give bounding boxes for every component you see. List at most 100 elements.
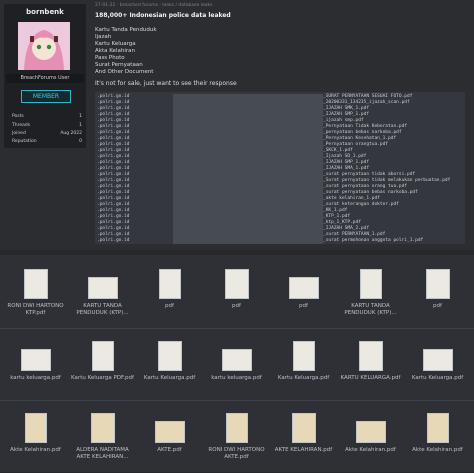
file-name: _IJAZAH SMP_1.pdf: [323, 112, 370, 117]
file-name-label: Kartu Keluarga.pdf: [143, 375, 196, 381]
domain-prefix: .polri.go.id: [97, 208, 130, 213]
pdf-thumbnail: [292, 341, 315, 371]
pdf-thumbnail: [291, 413, 316, 443]
post-title: 188,000+ Indonesian police data leaked: [95, 12, 231, 19]
file-name-label: RONI DWI HARTONO AKTE.pdf: [208, 447, 265, 460]
file-tile[interactable]: Akte Kelahiran.pdf: [404, 403, 471, 473]
file-name-label: pdf: [165, 303, 174, 309]
file-name: _SURAT PERNYATAAN SESUAI FOTO.pdf: [323, 94, 413, 99]
file-name: _Pernyataan Kesehatan_1.pdf: [323, 136, 397, 141]
stat-value: Aug 2022: [60, 131, 82, 136]
file-tile[interactable]: RONI DWI HARTONO AKTE.pdf: [203, 403, 270, 473]
domain-prefix: .polri.go.id: [97, 166, 130, 171]
item-line: Kartu Keluarga: [95, 41, 136, 47]
file-tile[interactable]: ALDERA NADITAMA AKTE KELAHIRAN...: [69, 403, 136, 473]
file-name-label: ALDERA NADITAMA AKTE KELAHIRAN...: [76, 447, 129, 460]
file-tile[interactable]: pdf: [136, 259, 203, 329]
domain-prefix: .polri.go.id: [97, 190, 130, 195]
file-tile[interactable]: KARTU TANDA PENDUDUK (KTP)...: [337, 259, 404, 329]
pdf-thumbnail: [426, 413, 449, 443]
file-name-label: Kartu Keluarga.pdf: [411, 375, 464, 381]
file-name: _pernyataan bebas narkoba.pdf: [323, 130, 402, 135]
file-name-label: Akte Kelahiran.pdf: [10, 447, 61, 453]
file-name-label: AKTE.pdf: [157, 447, 182, 453]
file-name-label: KARTU TANDA PENDUDUK (KTP)...: [76, 303, 129, 316]
file-name: _surat PERNYATAAN_1.pdf: [323, 232, 386, 237]
file-name-label: Kartu Keluarga PDF.pdf: [71, 375, 134, 381]
file-name-label: KARTU KELUARGA.pdf: [340, 375, 401, 381]
file-tile[interactable]: Kartu Keluarga.pdf: [136, 331, 203, 401]
file-name-label: pdf: [299, 303, 308, 309]
file-name-label: RONI DWI HARTONO KTP.pdf: [7, 303, 64, 316]
avatar[interactable]: [18, 22, 70, 70]
domain-prefix: .polri.go.id: [97, 214, 130, 219]
domain-prefix: .polri.go.id: [97, 178, 130, 183]
redacted-block: [173, 238, 323, 244]
pdf-thumbnail: [358, 341, 383, 371]
file-name: _Surat pernyataan tidak melakukan perbua…: [323, 178, 451, 183]
file-name: _20200331_134235_ijazah_scan.pdf: [323, 100, 410, 105]
file-tile[interactable]: AKTE.pdf: [136, 403, 203, 473]
domain-prefix: .polri.go.id: [97, 100, 130, 105]
file-name: _IJAZAH SMA_1.pdf: [323, 166, 370, 171]
stat-value: 1: [79, 114, 82, 119]
pdf-thumbnail: [154, 421, 185, 443]
file-tile[interactable]: RONI DWI HARTONO KTP.pdf: [2, 259, 69, 329]
row-divider: [0, 328, 474, 329]
file-tile[interactable]: pdf: [203, 259, 270, 329]
stat-reputation: Reputation 0: [12, 139, 82, 147]
pdf-thumbnail: [157, 341, 182, 371]
user-role: BreachForums User: [6, 74, 84, 83]
domain-prefix: .polri.go.id: [97, 130, 130, 135]
stat-threads: Threads 1: [12, 123, 82, 131]
file-name: _surat pernyataan tidak aborsi.pdf: [323, 172, 416, 177]
pdf-thumbnail: [359, 269, 382, 299]
stat-label: Posts: [12, 114, 24, 119]
stat-label: Joined: [12, 131, 26, 136]
item-line: Kartu Tanda Penduduk: [95, 27, 157, 33]
domain-prefix: .polri.go.id: [97, 106, 130, 111]
stat-posts: Posts 1: [12, 114, 82, 122]
stat-value: 0: [79, 139, 82, 144]
pdf-thumbnail: [224, 269, 249, 299]
domain-prefix: .polri.go.id: [97, 238, 130, 243]
file-name: _surat keterangan dokter.pdf: [323, 202, 399, 207]
pdf-thumbnail: [425, 269, 450, 299]
file-name: _IJAZAH SMA_2.pdf: [323, 226, 370, 231]
file-tile[interactable]: kartu keluarga.pdf: [2, 331, 69, 401]
file-listing-terminal: .polri.go.id _SURAT PERNYATAAN SESUAI FOT…: [95, 92, 465, 244]
file-tile[interactable]: pdf: [270, 259, 337, 329]
file-tile[interactable]: KARTU TANDA PENDUDUK (KTP)...: [69, 259, 136, 329]
file-tile[interactable]: pdf: [404, 259, 471, 329]
stat-value: 1: [79, 123, 82, 128]
domain-prefix: .polri.go.id: [97, 160, 130, 165]
user-panel: bornbenk BreachForums User MEMBER Posts …: [4, 4, 86, 148]
file-name-label: pdf: [433, 303, 442, 309]
file-name: _IJAZAH SMK_1.pdf: [323, 106, 370, 111]
file-name-label: Akte Kelahiran.pdf: [412, 447, 463, 453]
pdf-thumbnail: [20, 349, 51, 371]
post-meta: 27-01-22 · breached forums · leaks / dat…: [95, 3, 213, 8]
file-grid: RONI DWI HARTONO KTP.pdf KARTU TANDA PEND…: [0, 255, 474, 472]
domain-prefix: .polri.go.id: [97, 148, 130, 153]
pdf-thumbnail: [158, 269, 181, 299]
domain-prefix: .polri.go.id: [97, 154, 130, 159]
username-link[interactable]: bornbenk: [4, 8, 86, 16]
domain-prefix: .polri.go.id: [97, 196, 130, 201]
file-tile[interactable]: Akte Kelahiran.pdf: [337, 403, 404, 473]
file-tile[interactable]: Kartu Keluarga PDF.pdf: [69, 331, 136, 401]
terminal-row: .polri.go.id _surat permohonan anggota po…: [95, 238, 465, 244]
domain-prefix: .polri.go.id: [97, 232, 130, 237]
file-tile[interactable]: Akte Kelahiran.pdf: [2, 403, 69, 473]
domain-prefix: .polri.go.id: [97, 94, 130, 99]
file-name: _IJAZAH SMP_1.pdf: [323, 160, 370, 165]
pdf-thumbnail: [90, 413, 115, 443]
file-tile[interactable]: Kartu Keluarga.pdf: [270, 331, 337, 401]
file-tile[interactable]: AKTE KELAHIRAN.pdf: [270, 403, 337, 473]
file-tile[interactable]: Kartu Keluarga.pdf: [404, 331, 471, 401]
file-tile[interactable]: kartu keluarga.pdf: [203, 331, 270, 401]
pdf-thumbnail: [91, 341, 114, 371]
file-tile[interactable]: KARTU KELUARGA.pdf: [337, 331, 404, 401]
pdf-thumbnail: [221, 349, 252, 371]
stat-joined: Joined Aug 2022: [12, 131, 82, 139]
